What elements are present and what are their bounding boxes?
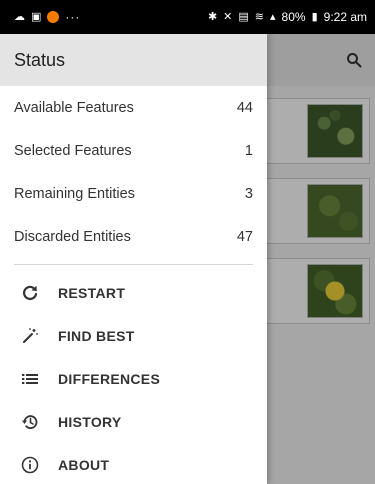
menu-label: RESTART [58, 284, 126, 301]
stat-value: 3 [244, 185, 253, 202]
stat-value: 44 [236, 99, 253, 116]
status-stats: Available Features 44 Selected Features … [0, 86, 267, 258]
menu-item-restart[interactable]: RESTART [0, 271, 267, 314]
magic-wand-icon [20, 326, 40, 346]
drawer-menu: RESTART FIND BEST DIFFERENCES HISTORY AB… [0, 271, 267, 484]
history-icon [20, 412, 40, 432]
stat-remaining-entities: Remaining Entities 3 [0, 172, 267, 215]
menu-item-differences[interactable]: DIFFERENCES [0, 357, 267, 400]
menu-label: FIND BEST [58, 327, 135, 344]
stat-selected-features: Selected Features 1 [0, 129, 267, 172]
status-bar: ☁ ▣ ··· ✱ ✕ ▤ ≋ ▴ 80% ▮ 9:22 am [0, 0, 375, 34]
info-icon [20, 455, 40, 475]
stat-label: Available Features [14, 99, 134, 116]
stat-discarded-entities: Discarded Entities 47 [0, 215, 267, 258]
stat-label: Remaining Entities [14, 185, 135, 202]
status-left: ☁ ▣ ··· [14, 10, 80, 24]
menu-label: DIFFERENCES [58, 370, 161, 387]
mute-icon: ✕ [223, 10, 233, 23]
cloud-icon: ☁ [14, 10, 25, 23]
notification-dot-icon [47, 11, 60, 23]
wifi-icon: ≋ [254, 10, 265, 23]
clock: 9:22 am [323, 10, 367, 24]
stat-value: 1 [244, 142, 253, 159]
more-notifications-indicator: ··· [65, 10, 81, 24]
navigation-drawer: Status Available Features 44 Selected Fe… [0, 34, 267, 484]
stat-available-features: Available Features 44 [0, 86, 267, 129]
drawer-title: Status [14, 49, 66, 70]
menu-label: ABOUT [58, 456, 110, 473]
list-icon [20, 369, 40, 389]
nfc-icon: ▤ [238, 10, 249, 23]
stat-label: Selected Features [14, 142, 132, 159]
drawer-divider [14, 264, 253, 265]
gallery-icon: ▣ [31, 10, 42, 23]
stat-label: Discarded Entities [14, 228, 131, 245]
screen: ☁ ▣ ··· ✱ ✕ ▤ ≋ ▴ 80% ▮ 9:22 am Status A… [0, 0, 375, 484]
menu-item-find-best[interactable]: FIND BEST [0, 314, 267, 357]
signal-icon: ▴ [270, 10, 276, 23]
menu-item-about[interactable]: ABOUT [0, 443, 267, 484]
bluetooth-icon: ✱ [207, 10, 218, 23]
status-right: ✱ ✕ ▤ ≋ ▴ 80% ▮ 9:22 am [208, 10, 367, 24]
drawer-header: Status [0, 34, 267, 86]
menu-label: HISTORY [58, 413, 122, 430]
refresh-icon [20, 283, 40, 303]
battery-percent: 80% [281, 10, 306, 24]
battery-icon: ▮ [311, 10, 318, 23]
menu-item-history[interactable]: HISTORY [0, 400, 267, 443]
stat-value: 47 [236, 228, 253, 245]
